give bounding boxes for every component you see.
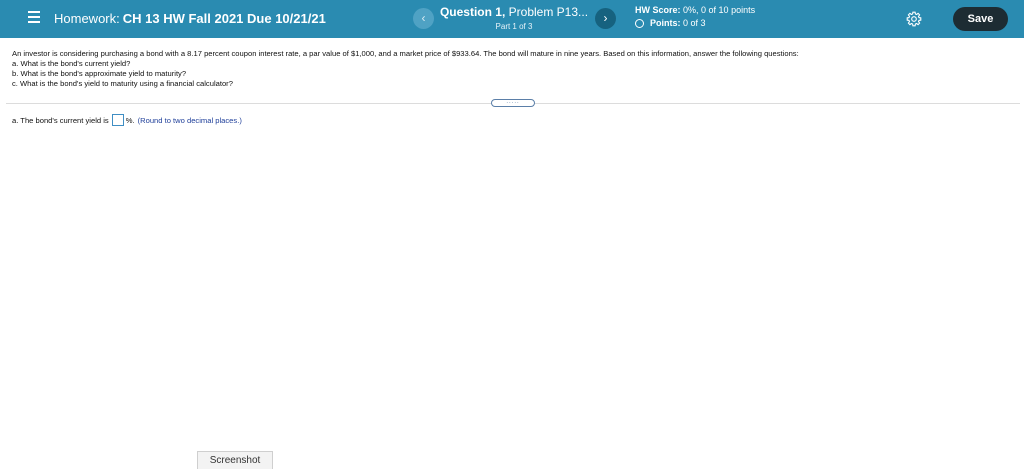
question-b-text: b. What is the bond's approximate yield …	[12, 69, 187, 78]
gear-icon[interactable]	[906, 11, 922, 27]
answer-row: a. The bond's current yield is %. (Round…	[12, 114, 242, 126]
homework-name: CH 13 HW Fall 2021 Due 10/21/21	[122, 11, 326, 26]
hw-score-label: HW Score:	[635, 5, 681, 15]
question-problem: Problem P13...	[508, 5, 589, 19]
top-bar: Homework: CH 13 HW Fall 2021 Due 10/21/21…	[0, 0, 1024, 38]
hw-score-value: 0%, 0 of 10 points	[683, 5, 756, 15]
screenshot-button[interactable]: Screenshot	[197, 451, 273, 469]
menu-icon[interactable]	[28, 11, 40, 23]
previous-question-button[interactable]: ‹	[413, 8, 434, 29]
problem-statement: An investor is considering purchasing a …	[12, 49, 1012, 89]
next-question-button[interactable]: ›	[595, 8, 616, 29]
points-label: Points:	[650, 18, 681, 28]
question-label: Question 1,	[439, 5, 506, 19]
question-c-text: c. What is the bond's yield to maturity …	[12, 79, 233, 88]
question-title: Question 1, Problem P13...	[438, 5, 590, 19]
question-a-text: a. What is the bond's current yield?	[12, 59, 131, 68]
points-value: 0 of 3	[683, 18, 706, 28]
answer-suffix: %.	[125, 115, 135, 125]
rounding-hint: (Round to two decimal places.)	[137, 115, 242, 125]
homework-prefix: Homework:	[54, 11, 120, 26]
hw-score: HW Score: 0%, 0 of 10 points	[635, 5, 755, 15]
points-row: Points: 0 of 3	[635, 18, 755, 28]
expand-toggle-button[interactable]: .....	[491, 99, 535, 107]
score-panel: HW Score: 0%, 0 of 10 points Points: 0 o…	[635, 5, 755, 28]
question-part: Part 1 of 3	[495, 22, 533, 31]
current-yield-input[interactable]	[111, 114, 124, 126]
answer-prefix: a. The bond's current yield is	[12, 115, 109, 125]
save-button[interactable]: Save	[953, 7, 1008, 31]
circle-icon	[635, 18, 644, 28]
problem-text: An investor is considering purchasing a …	[12, 49, 799, 58]
question-selector[interactable]: Question 1, Problem P13... Part 1 of 3	[438, 5, 590, 31]
homework-title[interactable]: Homework: CH 13 HW Fall 2021 Due 10/21/21	[54, 11, 326, 26]
